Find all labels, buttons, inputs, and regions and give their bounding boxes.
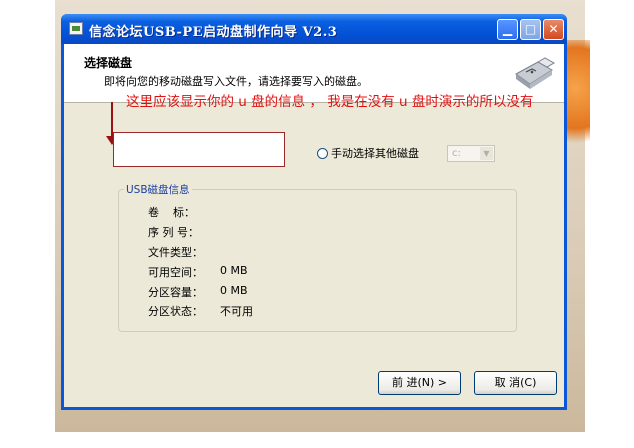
page-subtitle: 即将向您的移动磁盘写入文件，请选择要写入的磁盘。 — [104, 75, 368, 88]
info-value: 不可用 — [220, 305, 253, 318]
info-label: 卷 标： — [148, 206, 195, 219]
chevron-down-icon[interactable]: ▼ — [480, 147, 493, 160]
maximize-icon[interactable]: □ — [520, 19, 541, 40]
info-label: 文件类型： — [148, 246, 203, 259]
manual-select-label: 手动选择其他磁盘 — [331, 147, 419, 160]
annotation-text: 这里应该显示你的 u 盘的信息 ， 我是在没有 u 盘时演示的所以没有 — [126, 94, 534, 110]
window-title: 信念论坛USB-PE启动盘制作向导 V2.3 — [89, 25, 338, 40]
info-label: 分区状态： — [148, 305, 203, 318]
usb-info-group-title: USB磁盘信息 — [124, 182, 192, 197]
title-bar[interactable]: 信念论坛USB-PE启动盘制作向导 V2.3 ▁ □ ✕ — [61, 14, 567, 44]
info-value: 0 MB — [220, 284, 248, 297]
info-value: 0 MB — [220, 264, 248, 277]
close-icon[interactable]: ✕ — [543, 19, 564, 40]
cancel-button[interactable]: 取 消(C) — [474, 371, 557, 395]
usb-drive-icon — [515, 57, 556, 89]
info-label: 序 列 号： — [148, 226, 199, 239]
wizard-dialog: 信念论坛USB-PE启动盘制作向导 V2.3 ▁ □ ✕ 选择磁盘 即将向您的移… — [61, 14, 567, 410]
app-icon — [69, 22, 83, 35]
drive-select-value: c: — [452, 148, 461, 159]
radio-button[interactable] — [317, 147, 328, 159]
info-label: 分区容量： — [148, 286, 203, 299]
manual-select-radio[interactable]: 手动选择其他磁盘 — [317, 145, 419, 161]
page-title: 选择磁盘 — [84, 56, 133, 70]
next-button[interactable]: 前 进(N) > — [378, 371, 461, 395]
desktop-decoration — [566, 40, 590, 160]
drive-select[interactable]: c: ▼ — [447, 145, 495, 162]
minimize-icon[interactable]: ▁ — [497, 19, 518, 40]
usb-disk-list[interactable] — [113, 132, 285, 167]
info-label: 可用空间： — [148, 266, 203, 279]
